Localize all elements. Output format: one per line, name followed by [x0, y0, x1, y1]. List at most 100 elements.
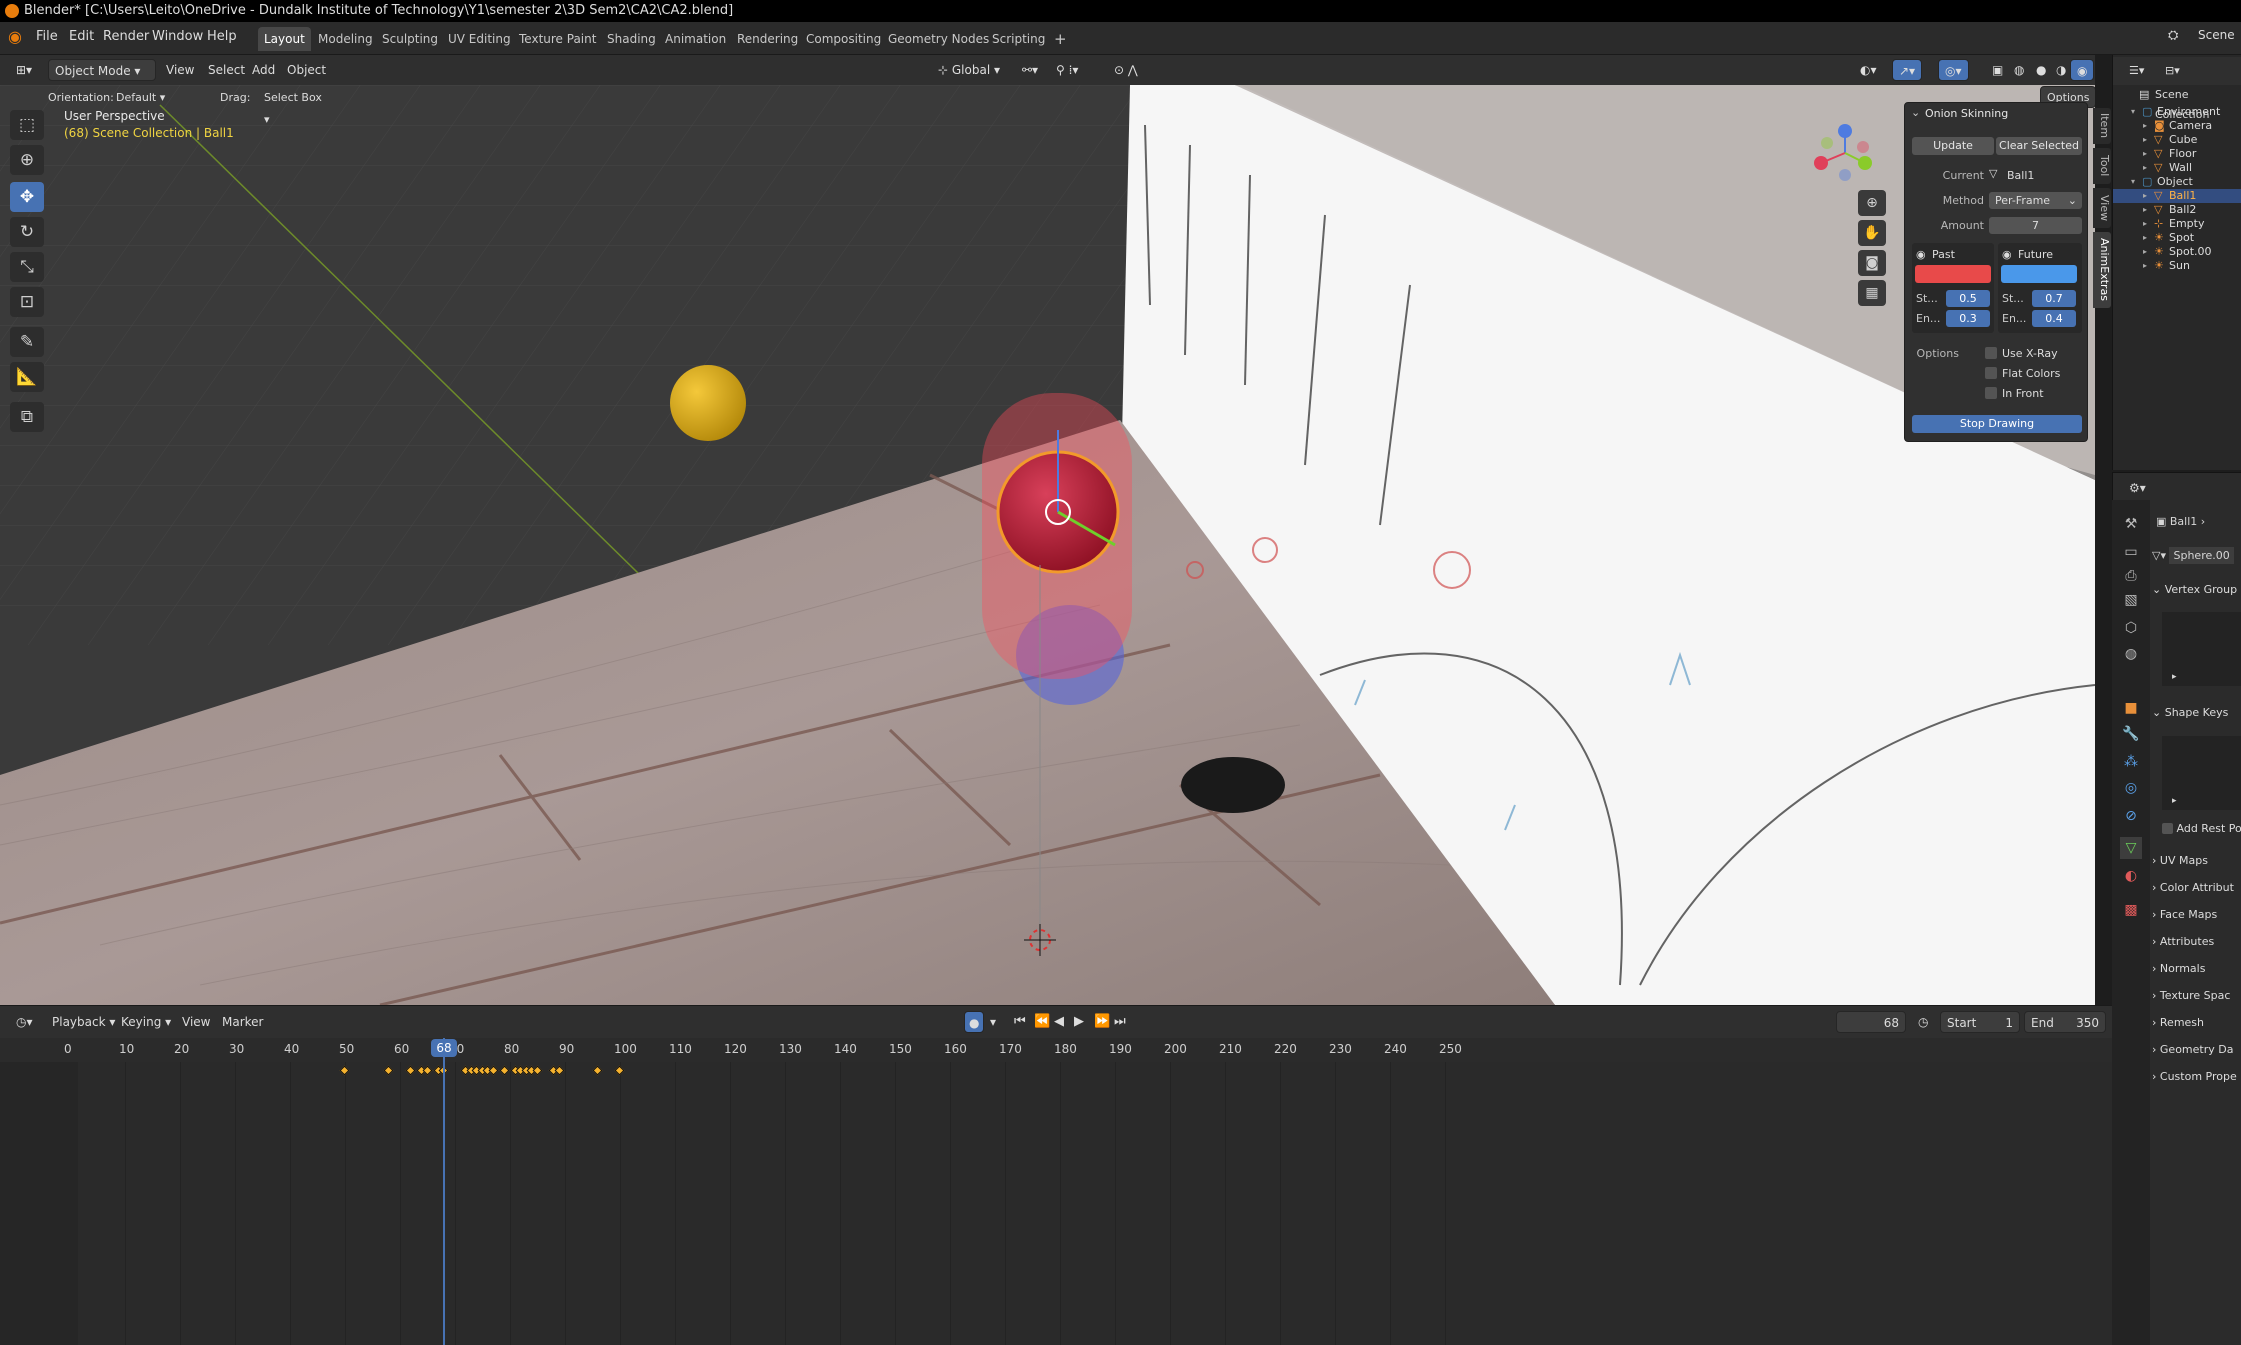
marker-menu[interactable]: Marker: [216, 1011, 269, 1033]
section-shape-keys[interactable]: ⌄ Shape Keys: [2152, 702, 2241, 724]
collapse-arrow-icon[interactable]: ▸: [2143, 203, 2147, 217]
world-tab-icon[interactable]: ◍: [2120, 643, 2142, 665]
stop-drawing-button[interactable]: Stop Drawing: [1912, 415, 2082, 433]
menu-render[interactable]: Render: [103, 29, 149, 44]
constraints-tab-icon[interactable]: ⊘: [2120, 805, 2142, 827]
data-tab-icon[interactable]: ▽: [2120, 837, 2142, 859]
tab-animation[interactable]: Animation: [659, 27, 732, 51]
tab-layout[interactable]: Layout: [258, 27, 311, 51]
add-rest-pos-row[interactable]: Add Rest Pos: [2162, 818, 2241, 840]
cursor-tool-icon[interactable]: ⊕: [10, 145, 44, 175]
collapse-arrow-icon[interactable]: ▸: [2143, 189, 2147, 203]
transform-tool-icon[interactable]: ⊡: [10, 287, 44, 317]
sidebar-tab-tool[interactable]: Tool: [2093, 148, 2111, 184]
keying-menu[interactable]: Keying ▾: [115, 1011, 177, 1033]
outliner-item[interactable]: ▸ ◙ Camera: [2113, 119, 2241, 133]
collapse-arrow-icon[interactable]: ▸: [2143, 119, 2147, 133]
pan-hand-icon[interactable]: ✋: [1858, 220, 1886, 246]
proportional-edit-icon[interactable]: ⊙ ⋀: [1108, 59, 1144, 81]
add-cube-tool-icon[interactable]: ⧉: [10, 402, 44, 432]
rotate-tool-icon[interactable]: ↻: [10, 217, 44, 247]
select-menu[interactable]: Select: [202, 59, 251, 81]
section-normals[interactable]: › Normals: [2152, 958, 2241, 980]
keying-set-dropdown-icon[interactable]: ▾: [984, 1011, 1002, 1033]
menu-window[interactable]: Window: [152, 29, 203, 44]
keyframe-marker[interactable]: [499, 1065, 509, 1076]
keyframe-marker[interactable]: [592, 1065, 603, 1076]
past-start-field[interactable]: 0.5: [1946, 290, 1990, 307]
object-mode-dropdown[interactable]: Object Mode ▾: [48, 59, 156, 81]
collapse-arrow-icon[interactable]: ▸: [2143, 245, 2147, 259]
panel-collapse-icon[interactable]: ⌄: [1911, 106, 1920, 119]
view-menu[interactable]: View: [160, 59, 200, 81]
tab-compositing[interactable]: Compositing: [800, 27, 887, 51]
sidebar-tab-item[interactable]: Item: [2093, 108, 2111, 144]
material-tab-icon[interactable]: ◐: [2120, 865, 2142, 887]
editor-type-icon[interactable]: ⊞▾: [10, 59, 38, 81]
outliner-display-mode-icon[interactable]: ⊟▾: [2165, 61, 2180, 81]
select-box-tool-icon[interactable]: ⬚: [10, 110, 44, 140]
tab-scripting[interactable]: Scripting: [986, 27, 1051, 51]
overlay-toggle-icon[interactable]: ◎▾: [1938, 59, 1969, 81]
current-frame-field[interactable]: 68: [1836, 1011, 1906, 1033]
tab-shading[interactable]: Shading: [601, 27, 662, 51]
collapse-arrow-icon[interactable]: ▸: [2143, 217, 2147, 231]
expand-arrow-icon[interactable]: ▾: [2131, 105, 2135, 119]
outliner-item[interactable]: ▸ ▽ Ball1: [2113, 189, 2241, 203]
past-eye-icon[interactable]: ◉: [1916, 248, 1926, 261]
sidebar-tab-animextras[interactable]: AnimExtras: [2093, 232, 2111, 308]
play-reverse-icon[interactable]: ◀: [1048, 1011, 1070, 1033]
past-color-swatch[interactable]: [1915, 265, 1991, 283]
drag-dropdown[interactable]: Select Box ▾: [258, 87, 332, 126]
stopwatch-icon[interactable]: ◷: [1912, 1011, 1934, 1033]
outliner-item[interactable]: ▸ ▽ Cube: [2113, 133, 2241, 147]
view-layer-tab-icon[interactable]: ▧: [2120, 589, 2142, 611]
section-vertex-groups[interactable]: ⌄ Vertex Group: [2152, 579, 2241, 601]
menu-help[interactable]: Help: [207, 29, 237, 44]
tab-sculpting[interactable]: Sculpting: [376, 27, 444, 51]
future-end-field[interactable]: 0.4: [2032, 310, 2076, 327]
playhead-line[interactable]: [443, 1038, 445, 1345]
collapse-arrow-icon[interactable]: ▸: [2143, 147, 2147, 161]
visibility-icon[interactable]: ◐▾: [1854, 59, 1883, 81]
keyframe-marker[interactable]: [339, 1065, 350, 1076]
outliner-item[interactable]: ▸ ▽ Ball2: [2113, 203, 2241, 217]
menu-edit[interactable]: Edit: [69, 29, 94, 44]
object-tab-icon[interactable]: ■: [2120, 697, 2142, 719]
section-texture-space[interactable]: › Texture Spac: [2152, 985, 2241, 1007]
blender-menu-icon[interactable]: ◉: [8, 27, 22, 46]
mesh-datablock-selector[interactable]: ▽▾ Sphere.00: [2152, 546, 2241, 566]
scene-icon[interactable]: ⛭: [2168, 28, 2178, 43]
future-eye-icon[interactable]: ◉: [2002, 248, 2012, 261]
play-icon[interactable]: ▶: [1068, 1011, 1090, 1033]
transform-orientation-dropdown[interactable]: ⊹ Global ▾: [932, 59, 1006, 81]
method-dropdown[interactable]: Per-Frame ⌄: [1989, 192, 2082, 209]
pivot-icon[interactable]: ⚯▾: [1016, 59, 1044, 81]
vertex-groups-list[interactable]: ▸: [2162, 612, 2241, 686]
playhead-frame-label[interactable]: 68: [431, 1039, 457, 1057]
gizmo-toggle-icon[interactable]: ↗▾: [1892, 59, 1923, 81]
expand-arrow-icon[interactable]: ▾: [2131, 175, 2135, 189]
wireframe-shading-icon[interactable]: ◍: [2008, 59, 2030, 81]
timeline-dopesheet[interactable]: [0, 1062, 2112, 1345]
shape-keys-list[interactable]: ▸: [2162, 736, 2241, 810]
timeline-ruler[interactable]: 0102030405060708090100110120130140150160…: [0, 1038, 2112, 1062]
move-tool-icon[interactable]: ✥: [10, 182, 44, 212]
collapse-arrow-icon[interactable]: ▸: [2143, 133, 2147, 147]
zoom-icon[interactable]: ⊕: [1858, 190, 1886, 216]
in-front-checkbox[interactable]: [1985, 387, 1997, 399]
tab-rendering[interactable]: Rendering: [731, 27, 804, 51]
outliner-item[interactable]: ▸ ☀ Spot.00: [2113, 245, 2241, 259]
ortho-grid-icon[interactable]: ▦: [1858, 280, 1886, 306]
end-frame-field[interactable]: End 350: [2024, 1011, 2106, 1033]
update-button[interactable]: Update: [1912, 137, 1994, 155]
outliner-root-row[interactable]: ▤ Scene Collection: [2113, 85, 2241, 121]
scale-tool-icon[interactable]: ⤡: [10, 252, 44, 282]
keyframe-marker[interactable]: [405, 1065, 416, 1076]
annotate-tool-icon[interactable]: ✎: [10, 327, 44, 357]
snap-icon[interactable]: ⚲ ⁞▾: [1050, 59, 1084, 81]
future-start-field[interactable]: 0.7: [2032, 290, 2076, 307]
use-xray-checkbox[interactable]: [1985, 347, 1997, 359]
section-remesh[interactable]: › Remesh: [2152, 1012, 2241, 1034]
section-custom-properties[interactable]: › Custom Prope: [2152, 1066, 2241, 1088]
